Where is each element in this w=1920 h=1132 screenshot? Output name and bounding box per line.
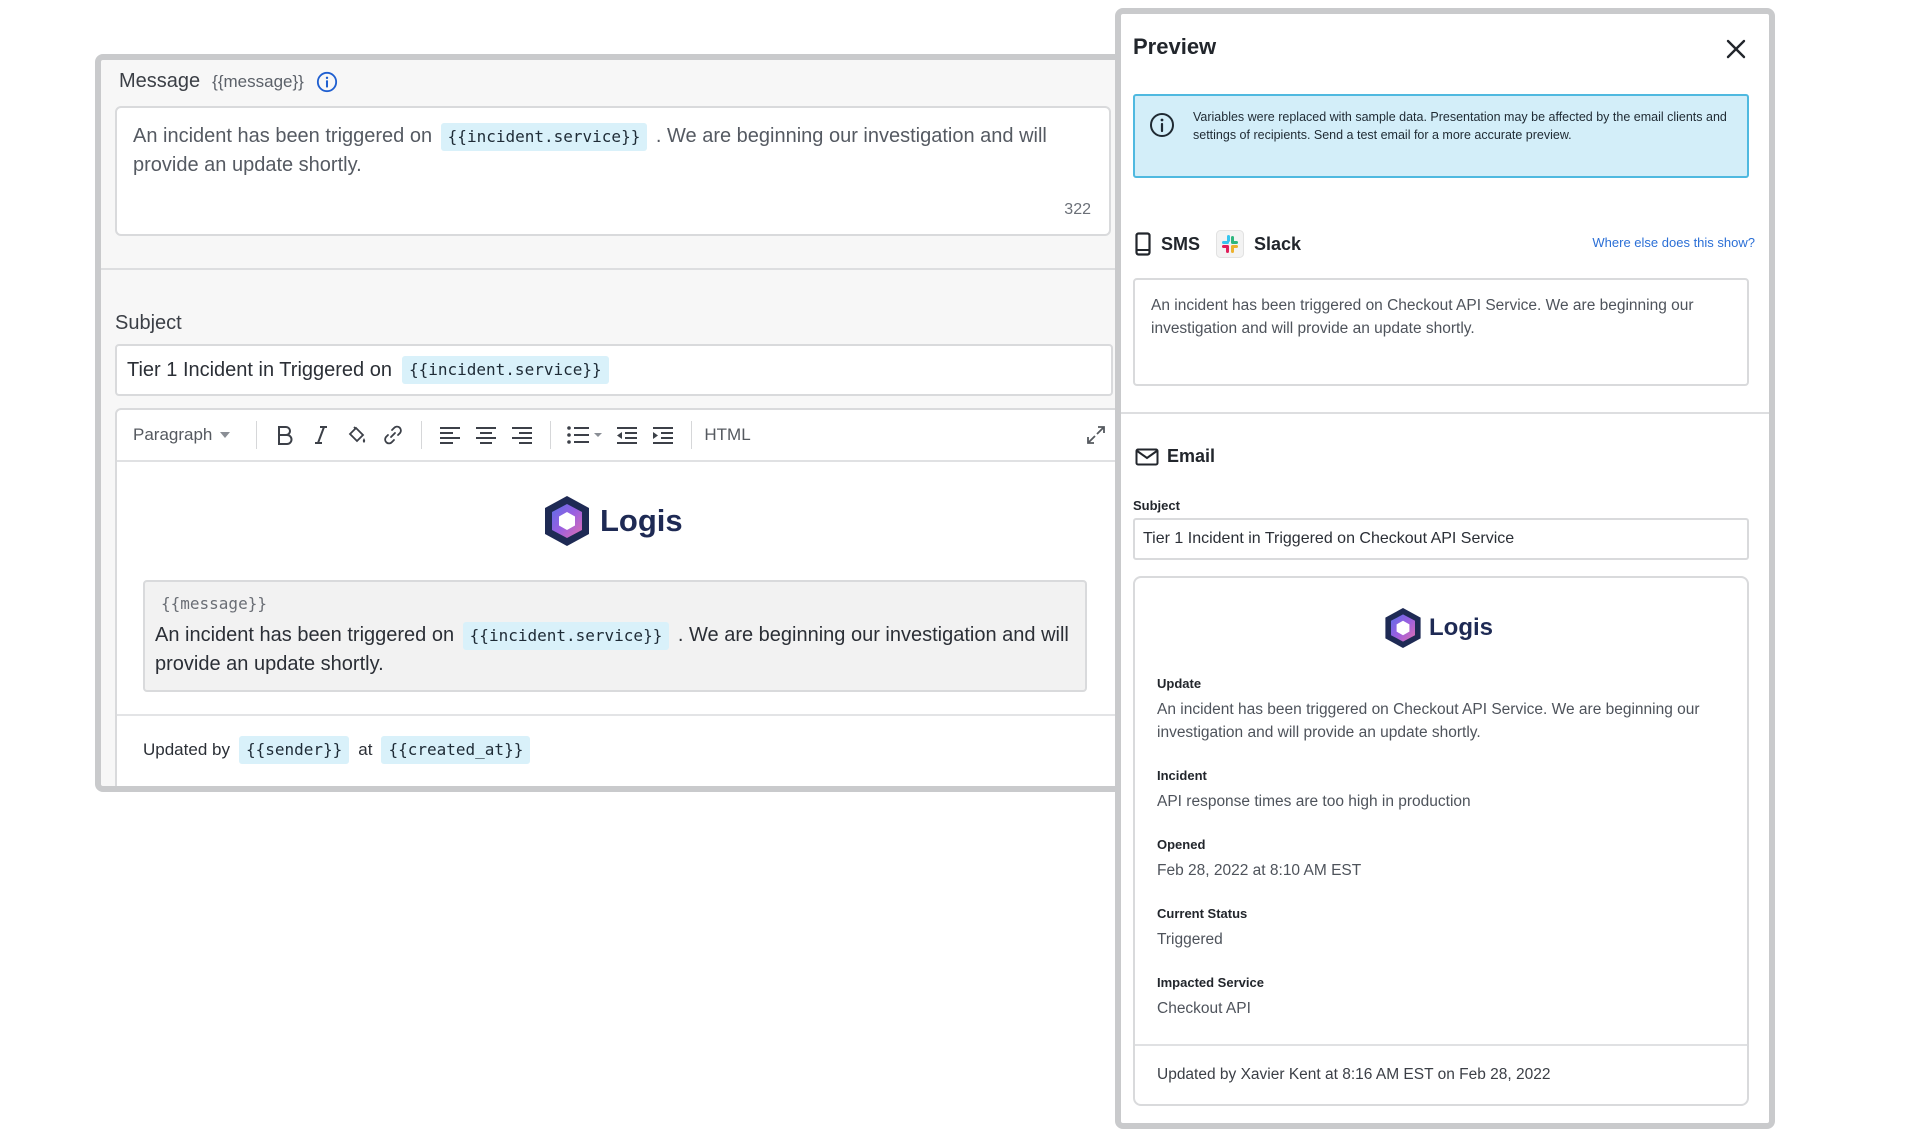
- subject-input[interactable]: Tier 1 Incident in Triggered on {{incide…: [115, 344, 1113, 396]
- update-label: Update: [1157, 676, 1202, 691]
- paragraph-label: Paragraph: [133, 425, 213, 444]
- toolbar-separator: [256, 421, 258, 449]
- editor-toolbar: Paragraph HTML: [117, 410, 1119, 462]
- variable-chip[interactable]: {{incident.service}}: [462, 622, 670, 650]
- message-label-row: Message {{message}}: [119, 70, 338, 93]
- variable-chip[interactable]: {{created_at}}: [381, 736, 531, 764]
- channel-labels: SMS Slack: [1135, 230, 1301, 258]
- divider: [117, 714, 1119, 716]
- bold-button[interactable]: [271, 421, 299, 449]
- variable-chip[interactable]: {{sender}}: [238, 736, 350, 764]
- variable-chip[interactable]: {{incident.service}}: [401, 356, 609, 384]
- subject-text: Tier 1 Incident in Triggered on: [127, 358, 392, 381]
- logo-text: Logis: [600, 503, 683, 538]
- toolbar-separator: [421, 421, 423, 449]
- message-text-before: An incident has been triggered on: [133, 125, 433, 147]
- info-icon: [1150, 113, 1174, 137]
- html-button[interactable]: HTML: [704, 425, 750, 445]
- email-preview-card: Logis Update An incident has been trigge…: [1133, 576, 1749, 1106]
- email-subject-label: Subject: [1133, 498, 1180, 513]
- divider: [101, 268, 1119, 270]
- message-block[interactable]: {{message}} An incident has been trigger…: [143, 580, 1087, 692]
- info-icon[interactable]: [316, 71, 338, 93]
- slack-label: Slack: [1254, 233, 1302, 254]
- slack-icon: [1216, 230, 1245, 258]
- message-input[interactable]: An incident has been triggered on {{inci…: [115, 106, 1111, 236]
- paragraph-dropdown[interactable]: Paragraph: [133, 425, 231, 445]
- align-center-button[interactable]: [472, 421, 500, 449]
- paint-bucket-icon: [349, 426, 366, 443]
- message-label: Message: [119, 70, 201, 92]
- italic-icon: [315, 426, 328, 444]
- link-button[interactable]: [379, 421, 407, 449]
- rich-text-editor[interactable]: Paragraph HTML Logis {{message}} An inci…: [115, 408, 1119, 786]
- character-count: 322: [1064, 201, 1091, 218]
- fill-color-button[interactable]: [343, 421, 371, 449]
- status-value: Triggered: [1157, 931, 1223, 948]
- sms-preview: An incident has been triggered on Checko…: [1133, 278, 1749, 386]
- preview-panel: Preview Variables were replaced with sam…: [1115, 8, 1775, 1129]
- logo: Logis: [1383, 606, 1493, 650]
- logis-logo-icon: [1385, 608, 1421, 648]
- message-variable: {{message}}: [212, 71, 304, 91]
- logo: Logis: [542, 494, 683, 548]
- opened-label: Opened: [1157, 837, 1206, 852]
- preview-title: Preview: [1133, 34, 1217, 59]
- caret-down-icon: [220, 432, 231, 438]
- outdent-button[interactable]: [613, 421, 641, 449]
- outdent-icon: [617, 427, 638, 444]
- at-label: at: [358, 740, 373, 759]
- sample-data-notice: Variables were replaced with sample data…: [1133, 94, 1749, 178]
- align-right-button[interactable]: [508, 421, 536, 449]
- bullet-list-icon: [567, 426, 603, 444]
- incident-value: API response times are too high in produ…: [1157, 793, 1471, 810]
- divider: [1135, 1044, 1747, 1046]
- mail-icon: [1135, 448, 1159, 465]
- italic-button[interactable]: [307, 421, 335, 449]
- opened-value: Feb 28, 2022 at 8:10 AM EST: [1157, 862, 1362, 879]
- status-label: Current Status: [1157, 906, 1248, 921]
- bullet-list-button[interactable]: [565, 421, 605, 449]
- update-value: An incident has been triggered on Checko…: [1157, 701, 1700, 741]
- variable-chip[interactable]: {{incident.service}}: [440, 123, 648, 151]
- align-right-icon: [512, 427, 533, 444]
- email-heading: Email: [1135, 446, 1215, 467]
- email-subject-value: Tier 1 Incident in Triggered on Checkout…: [1133, 518, 1749, 560]
- bold-icon: [278, 426, 293, 445]
- toolbar-separator: [691, 421, 693, 449]
- message-block-text: An incident has been triggered on {{inci…: [155, 621, 1075, 678]
- email-label: Email: [1167, 446, 1216, 466]
- indent-icon: [653, 427, 674, 444]
- updated-by-label: Updated by: [143, 740, 230, 759]
- align-center-icon: [476, 427, 497, 444]
- phone-icon: [1135, 232, 1151, 256]
- email-footer: Updated by Xavier Kent at 8:16 AM EST on…: [1157, 1066, 1551, 1083]
- service-label: Impacted Service: [1157, 975, 1264, 990]
- sms-label: SMS: [1161, 233, 1201, 254]
- align-left-button[interactable]: [436, 421, 464, 449]
- where-else-link[interactable]: Where else does this show?: [1592, 235, 1755, 250]
- close-icon[interactable]: [1723, 36, 1749, 62]
- updated-by-row: Updated by {{sender}} at {{created_at}}: [143, 736, 533, 764]
- indent-button[interactable]: [649, 421, 677, 449]
- align-left-icon: [440, 427, 461, 444]
- block-text-before: An incident has been triggered on: [155, 624, 455, 646]
- subject-label: Subject: [115, 312, 182, 334]
- template-editor: Message {{message}} An incident has been…: [95, 54, 1125, 792]
- incident-label: Incident: [1157, 768, 1207, 783]
- logo-text: Logis: [1429, 614, 1493, 641]
- logis-logo-icon: [545, 496, 589, 546]
- notice-text: Variables were replaced with sample data…: [1193, 110, 1727, 142]
- expand-icon[interactable]: [1083, 422, 1109, 448]
- message-block-variable: {{message}}: [161, 594, 267, 613]
- service-value: Checkout API: [1157, 1000, 1251, 1017]
- divider: [1121, 412, 1769, 414]
- link-icon: [384, 425, 403, 445]
- toolbar-separator: [550, 421, 552, 449]
